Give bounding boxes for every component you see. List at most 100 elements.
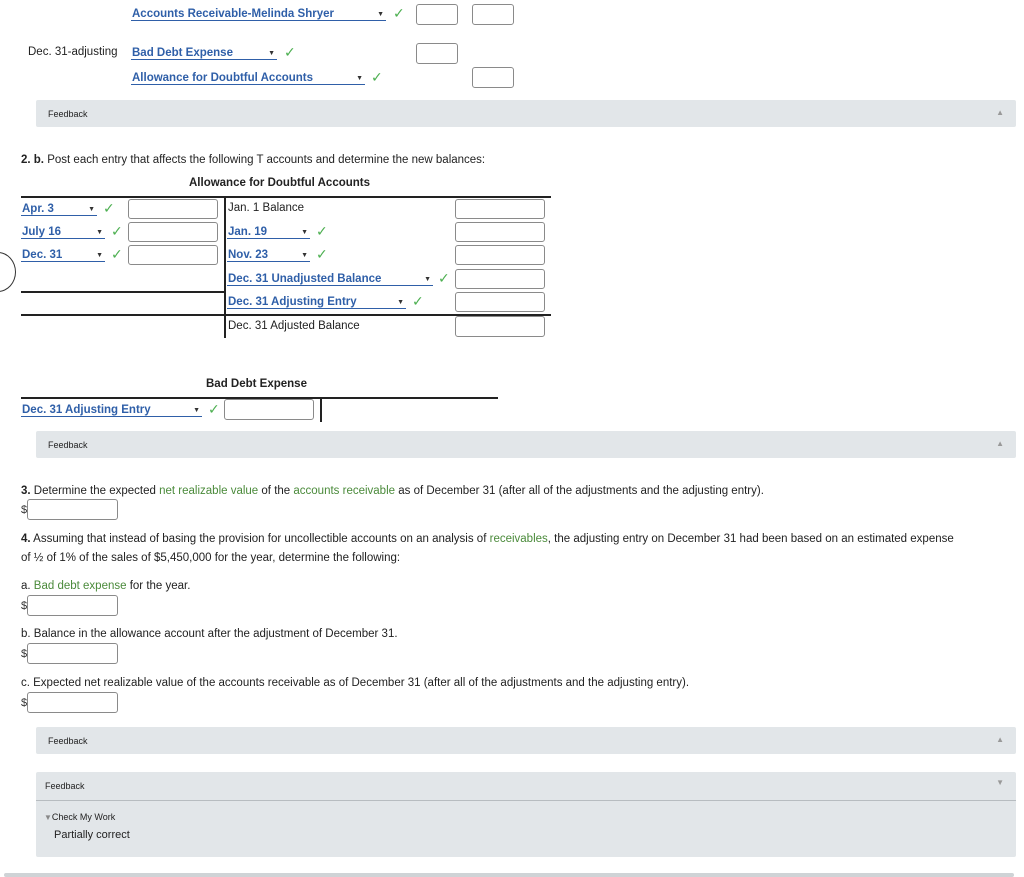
feedback-label: Feedback [48, 736, 88, 746]
collapse-icon: ▲ [996, 439, 1004, 448]
debit-input-row2[interactable] [416, 43, 458, 64]
check-icon: ✓ [316, 223, 328, 239]
chevron-down-icon: ▼ [301, 252, 308, 259]
feedback-label: Feedback [48, 440, 88, 450]
allowance-credit-select-3[interactable]: Dec. 31 Unadjusted Balance ▼ [227, 272, 433, 286]
check-icon: ✓ [284, 44, 296, 60]
bottom-scrollbar[interactable] [4, 873, 1014, 877]
part2b-number: 2. b. [21, 154, 45, 166]
part4-question-line2: of ½ of 1% of the sales of $5,450,000 fo… [21, 552, 401, 564]
allowance-credit-select-1-label: Jan. 19 [228, 226, 267, 238]
bad-debt-expense-link[interactable]: Bad debt expense [34, 580, 127, 592]
chevron-down-icon: ▼ [268, 50, 275, 57]
part3-nrv-input[interactable] [27, 499, 118, 520]
check-icon: ✓ [103, 200, 115, 216]
feedback-bar-3[interactable]: Feedback ▲ [36, 727, 1016, 754]
allowance-debit-select-3[interactable]: Dec. 31 ▼ [21, 248, 105, 262]
part4-text-a: Assuming that instead of basing the prov… [33, 533, 487, 545]
allowance-credit-select-2-label: Nov. 23 [228, 249, 269, 261]
check-icon: ✓ [393, 5, 405, 21]
allowance-credit-select-2[interactable]: Nov. 23 ▼ [227, 248, 310, 262]
allowance-credit-amount-2[interactable] [455, 222, 545, 242]
part2b-instruction-text: Post each entry that affects the followi… [47, 154, 486, 166]
chevron-down-icon: ▼ [397, 299, 404, 306]
account-select-row1-label: Accounts Receivable-Melinda Shryer [132, 8, 334, 20]
net-realizable-value-link[interactable]: net realizable value [159, 485, 258, 497]
allowance-debit-select-2-label: July 16 [22, 226, 61, 238]
part3-text-c: as of December 31 (after all of the adju… [398, 485, 764, 497]
allowance-debit-amount-3[interactable] [128, 245, 218, 265]
chevron-down-icon: ▼ [377, 11, 384, 18]
part4b-input[interactable] [27, 643, 118, 664]
part4a-input[interactable] [27, 595, 118, 616]
check-icon: ✓ [371, 69, 383, 85]
allowance-credit-select-3-label: Dec. 31 Unadjusted Balance [228, 273, 382, 285]
allowance-t-account-title: Allowance for Doubtful Accounts [189, 177, 371, 189]
allowance-debit-select-2[interactable]: July 16 ▼ [21, 225, 105, 239]
check-icon: ✓ [111, 246, 123, 262]
chevron-down-icon: ▼ [96, 229, 103, 236]
feedback-label: Feedback [48, 109, 88, 119]
bad-debt-t-center-line [320, 398, 322, 422]
chevron-down-icon: ▼ [88, 206, 95, 213]
account-select-row3[interactable]: Allowance for Doubtful Accounts ▼ [131, 71, 365, 85]
part4c-input[interactable] [27, 692, 118, 713]
accounts-receivable-link[interactable]: accounts receivable [293, 485, 395, 497]
side-circle-icon [0, 252, 16, 292]
check-icon: ✓ [111, 223, 123, 239]
feedback-panel-label: Feedback [45, 781, 85, 791]
journal-date-label: Dec. 31-adjusting [28, 46, 118, 58]
part4c-question: c. Expected net realizable value of the … [21, 677, 690, 689]
allowance-credit-select-4[interactable]: Dec. 31 Adjusting Entry ▼ [227, 295, 406, 309]
feedback-bar-2[interactable]: Feedback ▲ [36, 431, 1016, 458]
part4a-prefix: a. [21, 580, 31, 592]
collapse-icon: ▲ [996, 108, 1004, 117]
feedback-panel: Feedback ▼ ▼Check My Work Partially corr… [36, 772, 1016, 857]
part4b-question: b. Balance in the allowance account afte… [21, 628, 398, 640]
feedback-divider [36, 800, 1016, 801]
allowance-debit-amount-1[interactable] [128, 199, 218, 219]
allowance-adjusted-balance-amount[interactable] [455, 316, 545, 337]
allowance-adjusted-balance-label: Dec. 31 Adjusted Balance [228, 320, 360, 332]
allowance-debit-select-3-label: Dec. 31 [22, 249, 63, 261]
part2b-instruction: 2. b. Post each entry that affects the f… [21, 154, 485, 166]
allowance-unadjusted-balance[interactable] [455, 269, 545, 289]
part3-text-b: of the [261, 485, 291, 497]
allowance-credit-select-1[interactable]: Jan. 19 ▼ [227, 225, 310, 239]
allowance-adjusting-entry-amount[interactable] [455, 292, 545, 312]
chevron-down-icon: ▼ [96, 252, 103, 259]
bad-debt-t-account-title: Bad Debt Expense [206, 378, 307, 390]
expand-icon[interactable]: ▼ [996, 778, 1004, 787]
allowance-credit-amount-3[interactable] [455, 245, 545, 265]
allowance-debit-select-1-label: Apr. 3 [22, 203, 54, 215]
account-select-row3-label: Allowance for Doubtful Accounts [132, 72, 314, 84]
part4-question-line1: 4. Assuming that instead of basing the p… [21, 533, 954, 545]
credit-input-row1[interactable] [472, 4, 514, 25]
receivables-link[interactable]: receivables [490, 533, 548, 545]
check-my-work-toggle[interactable]: ▼Check My Work [44, 812, 115, 822]
part4a-suffix: for the year. [129, 580, 191, 592]
allowance-debit-select-1[interactable]: Apr. 3 ▼ [21, 202, 97, 216]
allowance-left-subtotal-line [21, 291, 225, 293]
feedback-bar-1[interactable]: Feedback ▲ [36, 100, 1016, 127]
chevron-down-icon: ▼ [193, 407, 200, 414]
part3-question: 3. Determine the expected net realizable… [21, 485, 764, 497]
credit-input-row3[interactable] [472, 67, 514, 88]
part3-text-a: Determine the expected [33, 485, 156, 497]
account-select-row1[interactable]: Accounts Receivable-Melinda Shryer ▼ [131, 7, 386, 21]
collapse-triangle-icon: ▼ [44, 813, 52, 822]
bad-debt-debit-amount[interactable] [224, 399, 314, 420]
allowance-debit-amount-2[interactable] [128, 222, 218, 242]
bad-debt-debit-select[interactable]: Dec. 31 Adjusting Entry ▼ [21, 403, 202, 417]
part4-text-b: , the adjusting entry on December 31 had… [547, 533, 954, 545]
allowance-t-center-line [224, 197, 226, 338]
debit-input-row1[interactable] [416, 4, 458, 25]
collapse-icon: ▲ [996, 735, 1004, 744]
chevron-down-icon: ▼ [424, 276, 431, 283]
account-select-row2[interactable]: Bad Debt Expense ▼ [131, 46, 277, 60]
check-my-work-label: Check My Work [51, 812, 116, 822]
chevron-down-icon: ▼ [356, 75, 363, 82]
check-icon: ✓ [208, 401, 220, 417]
check-icon: ✓ [412, 293, 424, 309]
allowance-credit-amount-1[interactable] [455, 199, 545, 219]
